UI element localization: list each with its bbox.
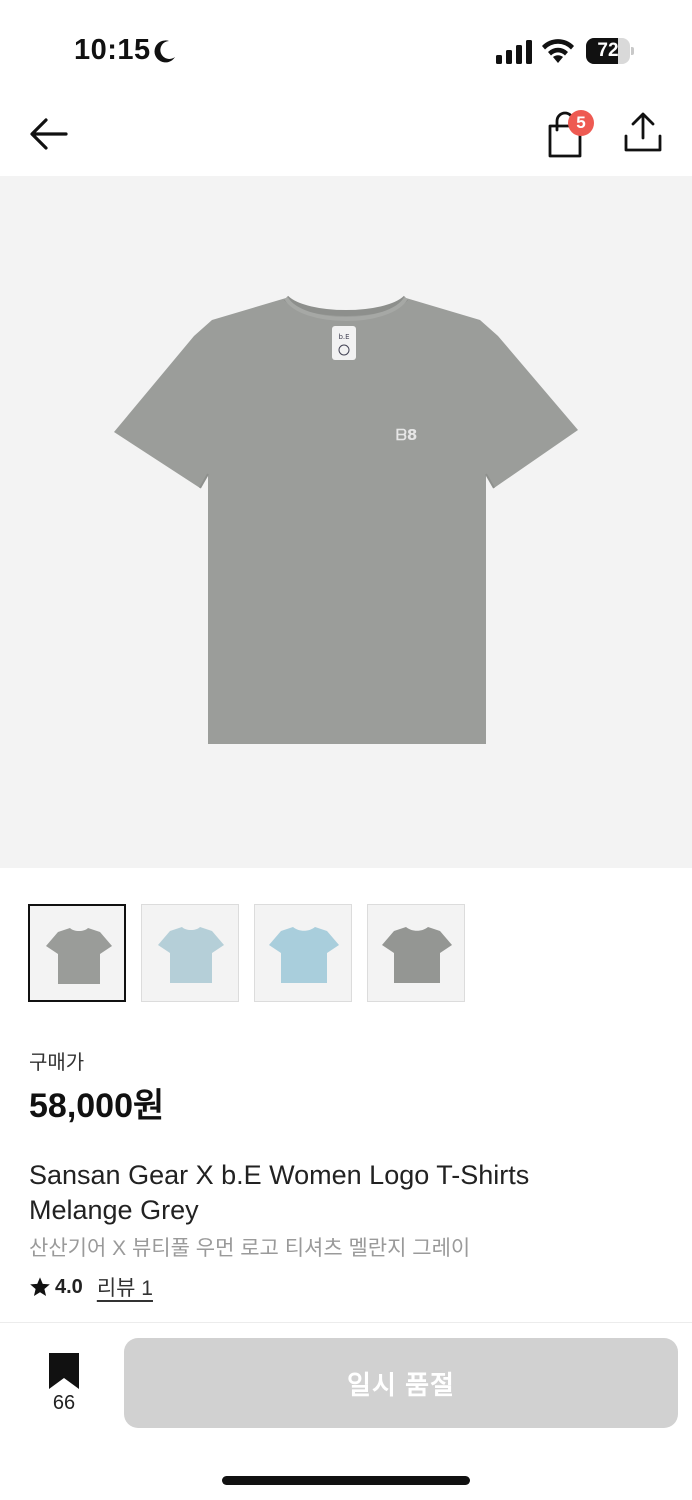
svg-text:b.E: b.E (338, 333, 349, 341)
arrow-left-icon (30, 118, 68, 150)
battery-icon: 72 (586, 38, 634, 64)
thumbnail-strip (28, 904, 668, 1002)
battery-body: 72 (586, 38, 630, 64)
signal-icon (496, 40, 532, 64)
bookmark-button[interactable]: 66 (36, 1350, 92, 1420)
home-indicator (222, 1476, 470, 1485)
tshirt-thumbnail-image (269, 927, 339, 983)
product-title-ko: 산산기어 X 뷰티풀 우먼 로고 티셔츠 멜란지 그레이 (29, 1237, 471, 1260)
rating-row: 4.0 리뷰 1 (29, 1272, 153, 1302)
product-detail-screen: 10:15 72 5 b.E ᗷ8 구매가 58,000원 Sansan Gea… (0, 0, 692, 1500)
review-link[interactable]: 리뷰 1 (97, 1272, 153, 1302)
tshirt-thumbnail-image (382, 927, 452, 983)
thumbnail-item[interactable] (254, 904, 352, 1002)
bookmark-count: 66 (52, 1392, 76, 1414)
product-title-line2: Melange Grey (29, 1195, 199, 1225)
star-icon (30, 1277, 50, 1296)
rating-value: 4.0 (55, 1275, 83, 1298)
cart-count-badge: 5 (568, 110, 594, 136)
tshirt-image: b.E ᗷ8 (114, 295, 578, 744)
back-button[interactable] (24, 112, 74, 156)
thumbnail-item[interactable] (28, 904, 126, 1002)
thumbnail-item[interactable] (367, 904, 465, 1002)
top-nav-bar: 5 (0, 100, 692, 176)
tshirt-thumbnail-image (158, 927, 224, 983)
share-button[interactable] (620, 110, 666, 156)
product-title-en: Sansan Gear X b.E Women Logo T-Shirts Me… (29, 1158, 669, 1228)
product-title-line1: Sansan Gear X b.E Women Logo T-Shirts (29, 1160, 530, 1190)
cart-button[interactable]: 5 (544, 108, 598, 158)
status-time: 10:15 (74, 34, 151, 66)
wifi-icon (542, 39, 574, 63)
battery-level: 72 (597, 40, 619, 61)
share-upload-icon (624, 112, 662, 152)
moon-icon (154, 40, 175, 63)
price-label: 구매가 (29, 1052, 85, 1074)
bookmark-icon (49, 1353, 79, 1389)
price-value: 58,000원 (29, 1087, 165, 1125)
thumbnail-item[interactable] (141, 904, 239, 1002)
status-bar: 10:15 72 (0, 0, 692, 100)
bottom-divider (0, 1322, 692, 1323)
tshirt-thumbnail-image (46, 928, 112, 984)
sold-out-button[interactable]: 일시 품절 (124, 1338, 678, 1428)
svg-text:ᗷ8: ᗷ8 (396, 426, 417, 444)
product-main-image[interactable]: b.E ᗷ8 (0, 176, 692, 868)
battery-cap (631, 47, 634, 55)
